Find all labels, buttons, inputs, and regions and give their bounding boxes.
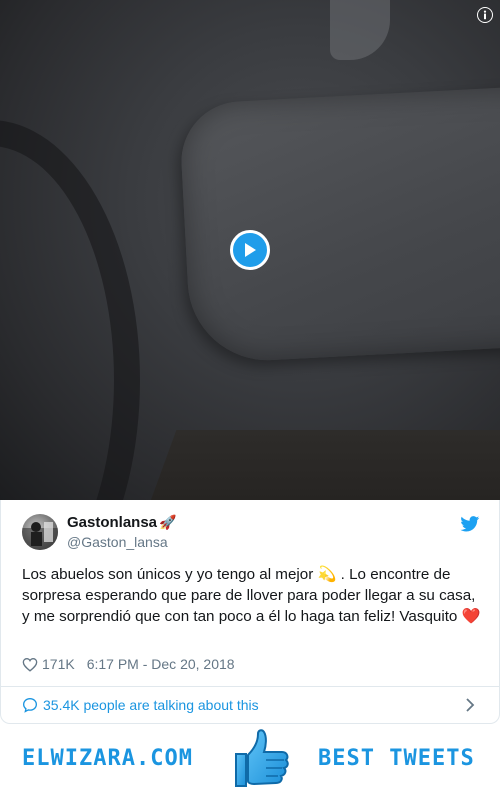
video-frame-shape — [330, 0, 390, 60]
rocket-emoji: 🚀 — [159, 514, 177, 530]
tweet-card: Gastonlansa 🚀 @Gaston_lansa Los abuelos s… — [0, 500, 500, 724]
video-frame-shape — [143, 430, 500, 500]
conversation-link[interactable]: 35.4K people are talking about this — [1, 686, 499, 723]
banner-tagline: BEST TWEETS — [318, 746, 475, 771]
footer-banner: ELWIZARA.COM BEST TWEETS — [0, 724, 500, 796]
site-name[interactable]: ELWIZARA.COM — [22, 746, 193, 771]
video-frame-shape — [0, 120, 140, 500]
twitter-bird-icon[interactable] — [460, 516, 480, 532]
video-frame-shape — [178, 85, 500, 365]
author-name-text: Gastonlansa — [67, 514, 158, 531]
thumbs-up-icon — [235, 729, 289, 787]
avatar[interactable] — [22, 514, 58, 550]
play-icon — [245, 243, 256, 257]
tweet-meta: 171K 6:17 PM - Dec 20, 2018 — [22, 655, 235, 673]
info-icon[interactable] — [477, 7, 493, 23]
timestamp[interactable]: 6:17 PM - Dec 20, 2018 — [87, 656, 235, 672]
tweet-text: Los abuelos son únicos y yo tengo al mej… — [22, 564, 484, 627]
author-handle[interactable]: @Gaston_lansa — [67, 534, 168, 550]
tweet-text-part: Los abuelos son únicos y yo tengo al mej… — [22, 566, 318, 583]
play-button[interactable] — [230, 230, 270, 270]
like-count[interactable]: 171K — [42, 656, 75, 672]
comment-bubble-icon — [22, 697, 38, 713]
video-player[interactable] — [0, 0, 500, 500]
heart-emoji: ❤️ — [461, 608, 481, 625]
conversation-text: 35.4K people are talking about this — [43, 697, 259, 713]
chevron-right-icon — [466, 698, 475, 712]
dizzy-emoji: 💫 — [317, 566, 337, 583]
author-name[interactable]: Gastonlansa 🚀 — [67, 514, 176, 531]
heart-outline-icon[interactable] — [22, 657, 38, 672]
